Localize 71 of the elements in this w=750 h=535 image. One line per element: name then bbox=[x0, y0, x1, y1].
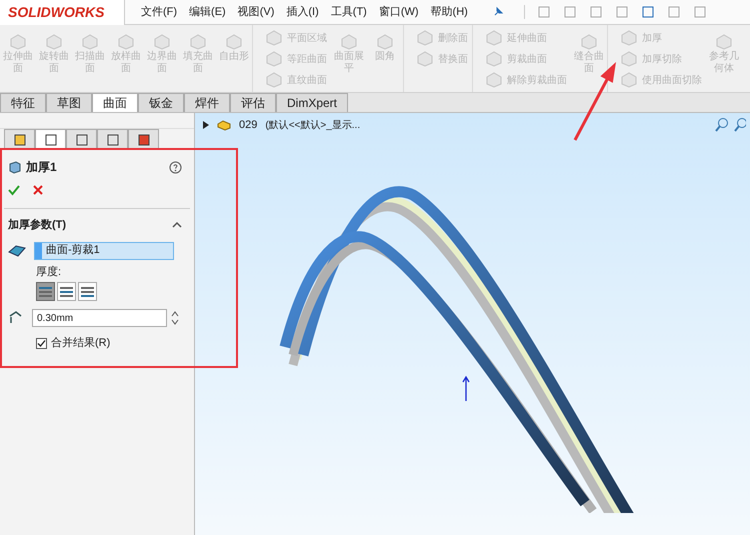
tab-icon bbox=[44, 134, 56, 146]
help-icon[interactable] bbox=[169, 160, 182, 174]
tool-icon bbox=[715, 33, 733, 51]
panel-tab[interactable] bbox=[97, 129, 128, 149]
feature-icon bbox=[8, 160, 22, 174]
tool-icon bbox=[620, 29, 638, 47]
app-logo: SOLIDWORKS bbox=[0, 0, 125, 24]
part-icon bbox=[217, 119, 231, 132]
command-tab[interactable]: 草图 bbox=[46, 93, 92, 112]
direction-button[interactable] bbox=[78, 282, 97, 301]
menu-item[interactable]: 窗口(W) bbox=[378, 4, 419, 20]
toolbar-icon[interactable] bbox=[640, 5, 655, 19]
menu-item[interactable]: 视图(V) bbox=[238, 4, 274, 20]
cancel-x-icon[interactable] bbox=[32, 184, 44, 196]
menu-item[interactable]: 工具(T) bbox=[330, 4, 367, 20]
command-tab[interactable]: 焊件 bbox=[184, 93, 230, 112]
tool-icon bbox=[117, 33, 135, 51]
panel-tab[interactable] bbox=[35, 129, 66, 149]
tool-icon bbox=[81, 33, 99, 51]
menu-item[interactable]: 文件(F) bbox=[141, 4, 178, 20]
axis-triad-icon bbox=[460, 375, 472, 403]
tool-icon bbox=[416, 50, 434, 68]
tab-icon bbox=[76, 134, 88, 146]
part-name: 029 bbox=[239, 118, 258, 133]
menu-item[interactable]: 插入(I) bbox=[286, 4, 319, 20]
tool-icon bbox=[416, 29, 434, 47]
configuration-label: (默认<<默认>_显示... bbox=[265, 118, 360, 133]
tool-icon bbox=[265, 50, 283, 68]
section-title: 加厚参数(T) bbox=[8, 218, 66, 233]
tool-icon bbox=[45, 33, 63, 51]
tool-icon bbox=[153, 33, 171, 51]
command-tab[interactable]: 特征 bbox=[0, 93, 46, 112]
collapse-caret-icon[interactable] bbox=[172, 221, 182, 230]
panel-tab[interactable] bbox=[4, 129, 35, 149]
tab-icon bbox=[138, 134, 150, 146]
zoom-icon[interactable] bbox=[714, 117, 730, 133]
tool-icon bbox=[485, 71, 503, 89]
tool-icon bbox=[9, 33, 27, 51]
selection-field[interactable]: 曲面-剪裁1 bbox=[34, 242, 174, 260]
panel-tab[interactable] bbox=[66, 129, 97, 149]
direction-button[interactable] bbox=[57, 282, 76, 301]
merge-checkbox[interactable] bbox=[36, 338, 47, 349]
tool-icon bbox=[265, 71, 283, 89]
command-tab[interactable]: 评估 bbox=[230, 93, 276, 112]
tool-icon bbox=[485, 29, 503, 47]
tool-icon bbox=[580, 33, 598, 51]
menu-item[interactable]: 帮助(H) bbox=[430, 4, 468, 20]
menu-item[interactable]: 编辑(E) bbox=[189, 4, 226, 20]
tool-icon bbox=[340, 33, 358, 51]
tab-icon bbox=[106, 134, 118, 146]
expand-caret-icon[interactable] bbox=[203, 121, 209, 130]
tab-icon bbox=[14, 134, 26, 146]
zoom-icon[interactable] bbox=[734, 117, 746, 133]
command-tab[interactable]: 钣金 bbox=[138, 93, 184, 112]
tool-icon bbox=[620, 50, 638, 68]
tool-icon bbox=[620, 71, 638, 89]
tool-icon bbox=[225, 33, 243, 51]
command-tab[interactable]: DimXpert bbox=[276, 93, 348, 112]
surface-icon bbox=[8, 244, 26, 258]
thickness-field[interactable]: 0.30mm bbox=[32, 309, 167, 327]
feature-title: 加厚1 bbox=[26, 159, 57, 176]
merge-label: 合并结果(R) bbox=[51, 336, 110, 351]
tool-icon bbox=[376, 33, 394, 51]
ok-check-icon[interactable] bbox=[8, 184, 20, 196]
tool-icon bbox=[485, 50, 503, 68]
command-tab[interactable]: 曲面 bbox=[92, 93, 138, 112]
tool-icon bbox=[189, 33, 207, 51]
panel-tab[interactable] bbox=[128, 129, 159, 149]
spin-arrows-icon[interactable] bbox=[171, 310, 179, 326]
thickness-label: 厚度: bbox=[36, 264, 62, 280]
tool-icon bbox=[265, 29, 283, 47]
